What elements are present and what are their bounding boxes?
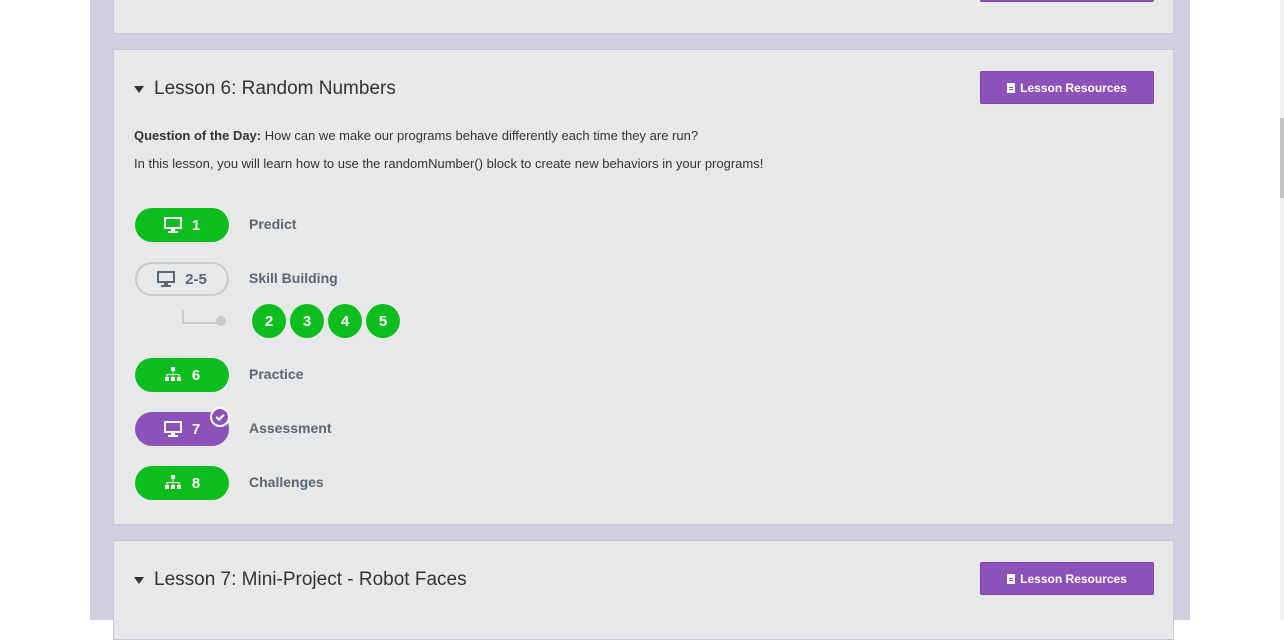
qotd-label: Question of the Day:	[134, 128, 262, 143]
hierarchy-icon	[164, 475, 181, 489]
qotd-text: How can we make our programs behave diff…	[261, 128, 699, 143]
lesson-resources-button[interactable]: Lesson Resources	[980, 562, 1154, 595]
question-of-the-day: Question of the Day: How can we make our…	[134, 128, 698, 143]
caret-down-icon[interactable]	[134, 85, 144, 93]
progress-bubble-6[interactable]: 6	[135, 358, 229, 392]
document-icon	[1007, 82, 1016, 93]
progress-bubble-8[interactable]: 8	[135, 466, 229, 500]
progress-bubble-number: 2-5	[185, 270, 207, 288]
document-icon	[1007, 573, 1016, 584]
lesson-resources-label: Lesson Resources	[1020, 80, 1127, 95]
sublevel-bubble-4[interactable]: 4	[328, 304, 362, 338]
step-label[interactable]: Challenges	[249, 474, 324, 490]
checkmark-icon	[210, 407, 230, 427]
sublevel-bubble-3[interactable]: 3	[290, 304, 324, 338]
monitor-icon	[163, 217, 182, 233]
lesson-title: Lesson 6: Random Numbers	[154, 78, 396, 99]
lesson-title: Lesson 7: Mini-Project - Robot Faces	[154, 569, 467, 590]
sublevel-bubble-5[interactable]: 5	[366, 304, 400, 338]
sublevel-bubble-2[interactable]: 2	[252, 304, 286, 338]
lesson-header[interactable]: Lesson 6: Random Numbers	[134, 78, 396, 100]
lesson-resources-button[interactable]: Lesson Resources	[980, 71, 1154, 104]
progress-bubble-number: 7	[191, 420, 201, 438]
progress-bubble-1[interactable]: 1	[135, 208, 229, 242]
progress-bubble-number: 8	[191, 474, 201, 492]
sublevel-connector-dot	[216, 316, 226, 326]
lesson-description: In this lesson, you will learn how to us…	[134, 156, 764, 171]
step-label[interactable]: Predict	[249, 216, 296, 232]
scrollbar[interactable]	[1280, 0, 1284, 620]
lesson-resources-button[interactable]	[980, 0, 1154, 2]
lesson-card-6: Lesson 6: Random Numbers Lesson Resource…	[113, 49, 1174, 525]
monitor-icon	[163, 421, 182, 437]
step-label[interactable]: Assessment	[249, 420, 332, 436]
lesson-card-previous	[113, 0, 1174, 34]
lesson-card-7: Lesson 7: Mini-Project - Robot Faces Les…	[113, 540, 1174, 640]
step-label[interactable]: Practice	[249, 366, 303, 382]
monitor-icon	[157, 271, 176, 287]
caret-down-icon[interactable]	[134, 576, 144, 584]
progress-bubble-number: 6	[191, 366, 201, 384]
progress-bubble-2-5[interactable]: 2-5	[135, 262, 229, 296]
step-label[interactable]: Skill Building	[249, 270, 338, 286]
scrollbar-thumb[interactable]	[1280, 118, 1284, 198]
lesson-header[interactable]: Lesson 7: Mini-Project - Robot Faces	[134, 569, 467, 591]
lesson-resources-label: Lesson Resources	[1020, 571, 1127, 586]
hierarchy-icon	[164, 367, 181, 381]
progress-bubble-number: 1	[191, 216, 201, 234]
